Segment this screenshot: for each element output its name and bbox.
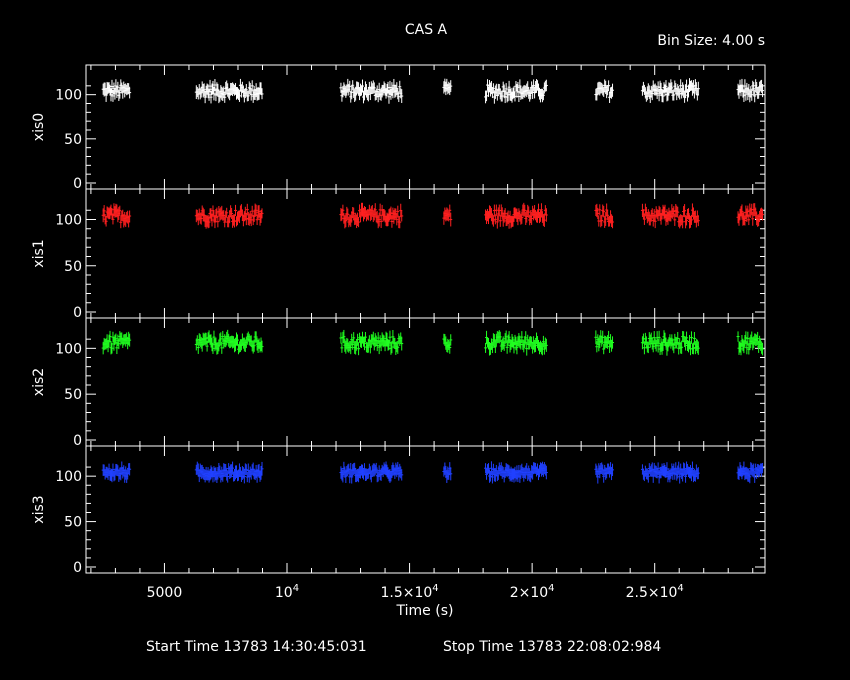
y-tick-label: 50 [64,132,82,148]
x-tick-label: 104 [275,583,299,601]
series-xis2 [101,329,765,356]
stop-time-label: Stop Time 13783 22:08:02:984 [443,639,661,655]
chart-root: CAS A Bin Size: 4.00 s Time (s) Start Ti… [0,0,850,680]
y-tick-label: 100 [55,213,82,229]
panel-label-xis0: xis0 [31,113,47,141]
y-tick-label: 0 [73,433,82,449]
y-tick-label: 100 [55,469,82,485]
start-time-label: Start Time 13783 14:30:45:031 [146,639,367,655]
series-xis0 [101,78,765,104]
y-tick-label: 0 [73,560,82,576]
panel-label-xis1: xis1 [31,239,47,267]
panel-label-xis3: xis3 [31,495,47,523]
x-tick-label: 1.5×104 [380,583,438,601]
x-tick-label: 2.5×104 [626,583,684,601]
panel-frame-xis0 [85,64,766,190]
y-tick-label: 0 [73,176,82,192]
y-tick-label: 100 [55,88,82,104]
panel-frame-xis3 [85,445,766,574]
x-tick-label: 2×104 [510,583,555,601]
series-xis3 [101,461,765,484]
y-tick-label: 50 [64,515,82,531]
y-tick-label: 50 [64,387,82,403]
y-tick-label: 0 [73,305,82,321]
series-xis1 [101,202,765,229]
panels-group: 0 50 100 xis0 0 50 100 xis1 0 50 100 xis2 0 50 100 xis3… [31,64,766,601]
chart-title: CAS A [405,22,448,38]
panel-label-xis2: xis2 [31,368,47,396]
bin-size-label: Bin Size: 4.00 s [657,33,765,49]
x-axis-label: Time (s) [396,603,454,619]
y-tick-label: 50 [64,259,82,275]
x-tick-label: 5000 [147,585,183,601]
lightcurve-chart: CAS A Bin Size: 4.00 s Time (s) Start Ti… [31,22,766,655]
y-tick-label: 100 [55,341,82,357]
